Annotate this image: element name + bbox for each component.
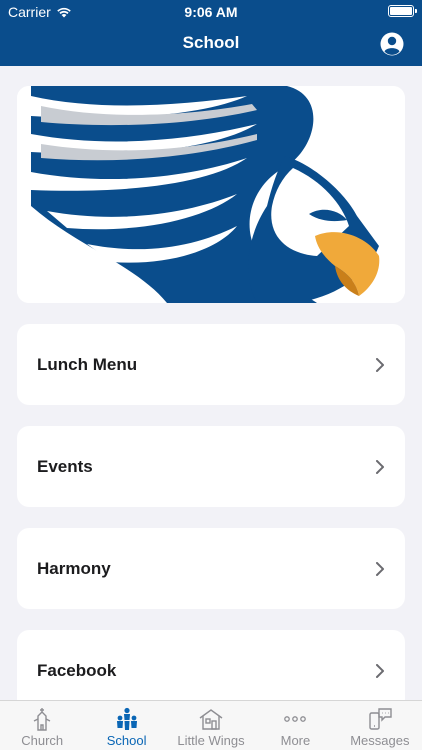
menu-item-label: Events — [37, 456, 93, 476]
eagle-mascot-logo — [17, 86, 405, 303]
page-title: School — [182, 33, 240, 52]
people-icon — [116, 707, 137, 730]
status-time: 9:06 AM — [184, 4, 238, 20]
tab-label: Little Wings — [177, 733, 245, 748]
menu-item-facebook[interactable]: Facebook — [17, 630, 405, 711]
messages-icon — [369, 708, 392, 730]
tab-little-wings[interactable]: Little Wings — [169, 701, 253, 750]
menu-item-harmony[interactable]: Harmony — [17, 528, 405, 609]
church-icon — [33, 708, 51, 731]
tab-label: More — [280, 733, 311, 748]
tab-church[interactable]: Church — [0, 701, 84, 750]
chevron-right-icon — [376, 663, 384, 678]
nav-header: Carrier 9:06 AM School — [0, 0, 422, 66]
chevron-right-icon — [376, 357, 384, 372]
tab-school[interactable]: School — [84, 701, 168, 750]
battery-icon — [388, 5, 417, 17]
menu-item-lunch-menu[interactable]: Lunch Menu — [17, 324, 405, 405]
menu-item-label: Lunch Menu — [37, 354, 138, 374]
menu-item-events[interactable]: Events — [17, 426, 405, 507]
tab-bar: Church School Little Wings More Messages — [0, 700, 422, 750]
tab-more[interactable]: More — [253, 701, 337, 750]
tab-label: Messages — [350, 733, 410, 748]
menu-item-label: Facebook — [37, 660, 117, 680]
tab-label: Church — [21, 733, 64, 748]
ellipsis-icon — [284, 716, 307, 722]
profile-icon[interactable] — [380, 32, 404, 56]
status-bar: Carrier 9:06 AM — [0, 0, 422, 22]
school-banner — [17, 86, 405, 303]
tab-messages[interactable]: Messages — [338, 701, 422, 750]
chevron-right-icon — [376, 459, 384, 474]
house-icon — [199, 709, 223, 730]
tab-label: School — [106, 733, 147, 748]
menu-item-label: Harmony — [37, 558, 111, 578]
chevron-right-icon — [376, 561, 384, 576]
